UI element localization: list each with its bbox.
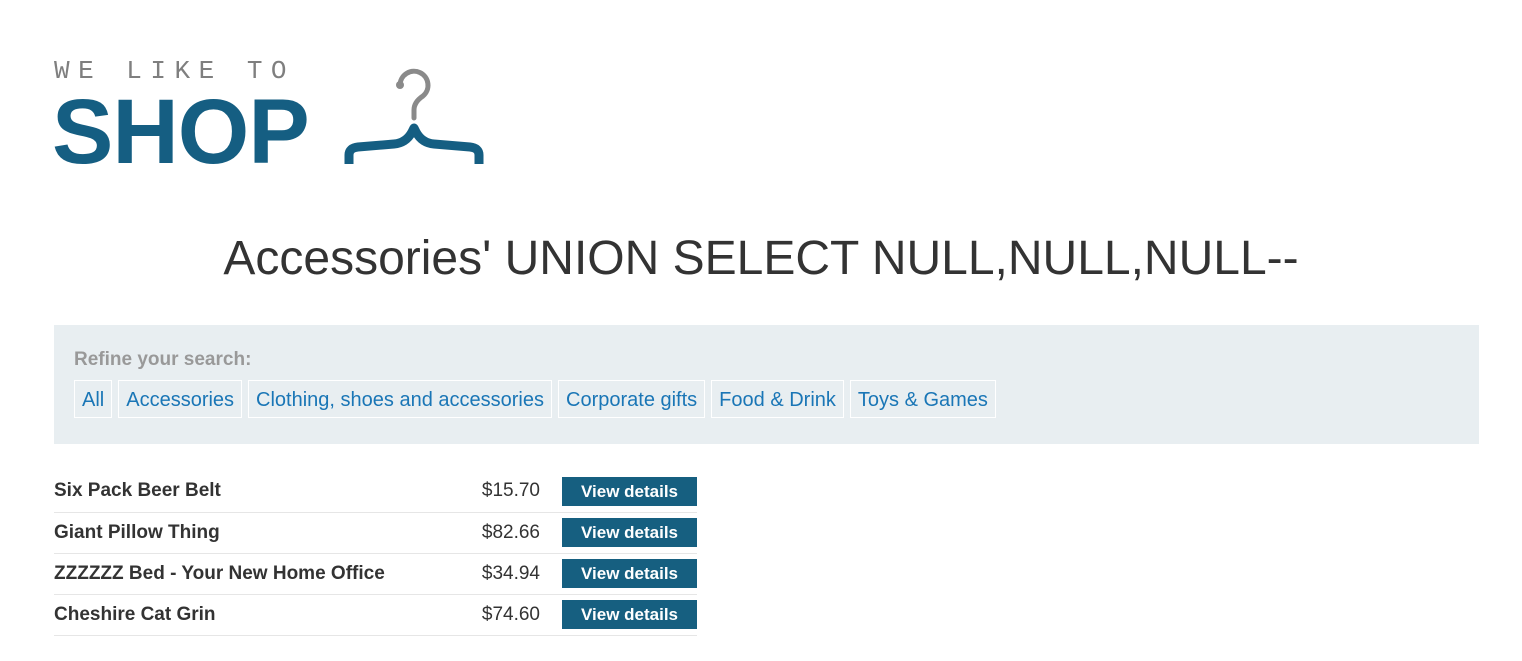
product-price: $82.66 <box>481 521 540 543</box>
product-name: ZZZZZZ Bed - Your New Home Office <box>54 562 385 584</box>
table-row: Cheshire Cat Grin $74.60 View details <box>54 594 697 635</box>
product-table: Six Pack Beer Belt $15.70 View details G… <box>54 471 697 636</box>
filter-heading: Refine your search: <box>74 349 252 370</box>
product-action: View details <box>562 512 697 553</box>
product-price: $34.94 <box>481 562 540 584</box>
product-name: Cheshire Cat Grin <box>54 603 216 625</box>
product-action: View details <box>562 594 697 635</box>
filter-links: All Accessories Clothing, shoes and acce… <box>74 380 996 418</box>
table-row: Giant Pillow Thing $82.66 View details <box>54 512 697 553</box>
filter-link-food-drink[interactable]: Food & Drink <box>711 380 844 418</box>
product-action: View details <box>562 471 697 512</box>
table-row: Six Pack Beer Belt $15.70 View details <box>54 471 697 512</box>
filter-panel: Refine your search: All Accessories Clot… <box>54 325 1479 444</box>
filter-link-all[interactable]: All <box>74 380 113 418</box>
product-price: $74.60 <box>481 603 540 625</box>
view-details-button[interactable]: View details <box>562 600 697 629</box>
page-title: Accessories' UNION SELECT NULL,NULL,NULL… <box>223 232 1299 285</box>
site-logo[interactable]: WE LIKE TO SHOP <box>52 56 512 186</box>
view-details-button[interactable]: View details <box>562 518 697 547</box>
filter-link-toys-games[interactable]: Toys & Games <box>849 380 996 418</box>
page: WE LIKE TO SHOP Accessories' UNION SELEC… <box>0 0 1522 661</box>
view-details-button[interactable]: View details <box>562 476 697 506</box>
filter-link-corporate-gifts[interactable]: Corporate gifts <box>558 380 706 418</box>
product-name: Giant Pillow Thing <box>54 521 220 543</box>
view-details-button[interactable]: View details <box>562 559 697 588</box>
filter-link-clothing[interactable]: Clothing, shoes and accessories <box>248 380 552 418</box>
product-name: Six Pack Beer Belt <box>54 480 221 502</box>
filter-link-accessories[interactable]: Accessories <box>118 380 243 418</box>
product-price: $15.70 <box>481 480 540 502</box>
hanger-icon <box>344 68 484 164</box>
logo-word: SHOP <box>52 81 310 183</box>
table-row: ZZZZZZ Bed - Your New Home Office $34.94… <box>54 553 697 594</box>
product-action: View details <box>562 553 697 594</box>
